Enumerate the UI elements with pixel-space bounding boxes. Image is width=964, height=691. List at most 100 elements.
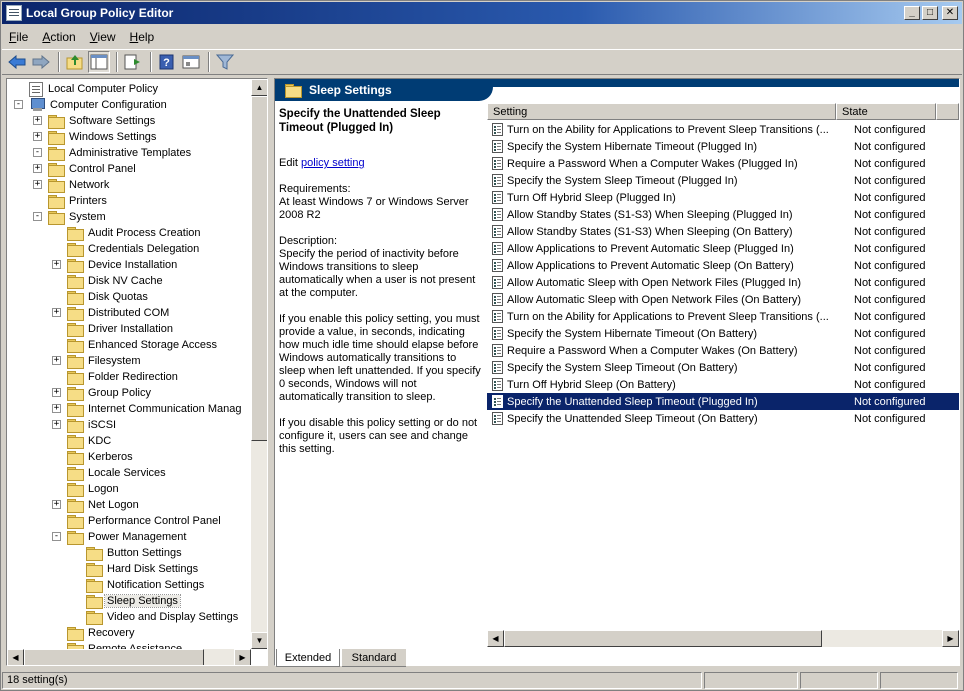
tree-node-remote-assistance[interactable]: Remote Assistance [67,641,184,649]
collapse-icon[interactable]: - [33,148,42,157]
setting-row[interactable]: Specify the System Hibernate Timeout (Pl… [487,138,959,155]
tree-node-device-installation[interactable]: Device Installation [67,257,179,273]
expand-icon[interactable]: + [33,164,42,173]
expand-icon[interactable]: + [52,356,61,365]
expand-icon[interactable]: + [52,500,61,509]
tree-node-administrative-templates[interactable]: Administrative Templates [48,145,193,161]
tree-node-performance-control-panel[interactable]: Performance Control Panel [67,513,223,529]
tree-node-disk-quotas[interactable]: Disk Quotas [67,289,150,305]
tree-node-kdc[interactable]: KDC [67,433,113,449]
list-scroll-right-button[interactable]: ▶ [942,630,959,647]
tree-node-control-panel[interactable]: Control Panel [48,161,138,177]
list-hscroll-thumb[interactable] [504,630,822,647]
tree-vertical-scrollbar[interactable]: ▲ ▼ [251,79,267,649]
tree-node-windows-settings[interactable]: Windows Settings [48,129,158,145]
menu-view[interactable]: View [83,30,123,44]
tree-node-credentials-delegation[interactable]: Credentials Delegation [67,241,201,257]
setting-row[interactable]: Allow Automatic Sleep with Open Network … [487,274,959,291]
minimize-button[interactable]: _ [904,6,920,20]
scroll-left-button[interactable]: ◀ [7,649,24,665]
setting-row[interactable]: Allow Standby States (S1-S3) When Sleepi… [487,206,959,223]
back-arrow-icon[interactable] [6,51,28,73]
setting-row[interactable]: Specify the System Sleep Timeout (Plugge… [487,172,959,189]
tree-node-audit-process-creation[interactable]: Audit Process Creation [67,225,203,241]
expand-icon[interactable]: + [52,260,61,269]
expand-icon[interactable]: + [52,308,61,317]
list-horizontal-scrollbar[interactable]: ◀ ▶ [487,630,959,647]
forward-arrow-icon[interactable] [30,51,52,73]
export-list-icon[interactable] [122,51,144,73]
setting-row[interactable]: Allow Applications to Prevent Automatic … [487,240,959,257]
tree-node-net-logon[interactable]: Net Logon [67,497,141,513]
setting-row[interactable]: Specify the System Hibernate Timeout (On… [487,325,959,342]
edit-policy-link[interactable]: policy setting [301,157,365,169]
expand-icon[interactable]: + [33,116,42,125]
expand-icon[interactable]: + [33,132,42,141]
setting-row[interactable]: Turn Off Hybrid Sleep (Plugged In) Not co… [487,189,959,206]
collapse-icon[interactable]: - [52,532,61,541]
tree-node-filesystem[interactable]: Filesystem [67,353,143,369]
setting-row[interactable]: Allow Standby States (S1-S3) When Sleepi… [487,223,959,240]
setting-row[interactable]: Require a Password When a Computer Wakes… [487,155,959,172]
tree-node-recovery[interactable]: Recovery [67,625,136,641]
scroll-up-button[interactable]: ▲ [251,79,267,96]
tree-node-system[interactable]: System [48,209,108,225]
help-icon[interactable]: ? [156,51,178,73]
tree-scroll-thumb[interactable] [251,96,267,441]
expand-icon[interactable]: + [52,420,61,429]
tree-node-network[interactable]: Network [48,177,111,193]
column-header-setting[interactable]: Setting [487,103,836,120]
menu-file[interactable]: File [2,30,35,44]
scroll-right-button[interactable]: ▶ [234,649,251,665]
close-button[interactable]: ✕ [942,6,958,20]
up-folder-icon[interactable] [64,51,86,73]
expand-icon[interactable]: + [33,180,42,189]
tree-node-button-settings[interactable]: Button Settings [86,545,184,561]
tree-node-enhanced-storage-access[interactable]: Enhanced Storage Access [67,337,219,353]
tree-node-distributed-com[interactable]: Distributed COM [67,305,171,321]
setting-row[interactable]: Require a Password When a Computer Wakes… [487,342,959,359]
expand-icon[interactable]: + [52,404,61,413]
tree-node-power-management[interactable]: Power Management [67,529,188,545]
tree-node-folder-redirection[interactable]: Folder Redirection [67,369,180,385]
list-scroll-left-button[interactable]: ◀ [487,630,504,647]
maximize-button[interactable]: □ [922,6,938,20]
tree-node-software-settings[interactable]: Software Settings [48,113,157,129]
setting-row[interactable]: Turn on the Ability for Applications to … [487,121,959,138]
column-header-state[interactable]: State [836,103,936,120]
scroll-down-button[interactable]: ▼ [251,632,267,649]
menu-action[interactable]: Action [35,30,82,44]
setting-row[interactable]: Turn Off Hybrid Sleep (On Battery) Not co… [487,376,959,393]
collapse-icon[interactable]: - [33,212,42,221]
tree-node-hard-disk-settings[interactable]: Hard Disk Settings [86,561,200,577]
tree-node-locale-services[interactable]: Locale Services [67,465,168,481]
tree-node-computer-configuration[interactable]: Computer Configuration [29,97,169,113]
filter-icon[interactable] [214,51,236,73]
collapse-icon[interactable]: - [14,100,23,109]
setting-row[interactable]: Specify the Unattended Sleep Timeout (Pl… [487,393,959,410]
tree-node-internet-communication-manag[interactable]: Internet Communication Manag [67,401,243,417]
menu-help[interactable]: Help [123,30,162,44]
show-hide-tree-icon[interactable] [88,51,110,73]
tree-node-printers[interactable]: Printers [48,193,109,209]
tree-horizontal-scrollbar[interactable]: ◀ ▶ [7,649,251,665]
setting-row[interactable]: Turn on the Ability for Applications to … [487,308,959,325]
tree-hscroll-thumb[interactable] [24,649,204,665]
setting-row[interactable]: Specify the Unattended Sleep Timeout (On… [487,410,959,427]
properties-icon[interactable] [180,51,202,73]
tree-node-video-and-display-settings[interactable]: Video and Display Settings [86,609,240,625]
tree-node-driver-installation[interactable]: Driver Installation [67,321,175,337]
tree-node-notification-settings[interactable]: Notification Settings [86,577,206,593]
setting-row[interactable]: Allow Applications to Prevent Automatic … [487,257,959,274]
tree-node-group-policy[interactable]: Group Policy [67,385,153,401]
title-bar[interactable]: Local Group Policy Editor _ □ ✕ [2,2,962,24]
setting-row[interactable]: Allow Automatic Sleep with Open Network … [487,291,959,308]
tree-node-sleep-settings[interactable]: Sleep Settings [86,593,181,609]
tree-node-disk-nv-cache[interactable]: Disk NV Cache [67,273,165,289]
tree-node-local-computer-policy[interactable]: Local Computer Policy [29,81,160,97]
tree-node-kerberos[interactable]: Kerberos [67,449,135,465]
tab-standard[interactable]: Standard [342,649,406,667]
tree-node-logon[interactable]: Logon [67,481,121,497]
tree-node-iscsi[interactable]: iSCSI [67,417,118,433]
tab-extended[interactable]: Extended [276,649,340,667]
